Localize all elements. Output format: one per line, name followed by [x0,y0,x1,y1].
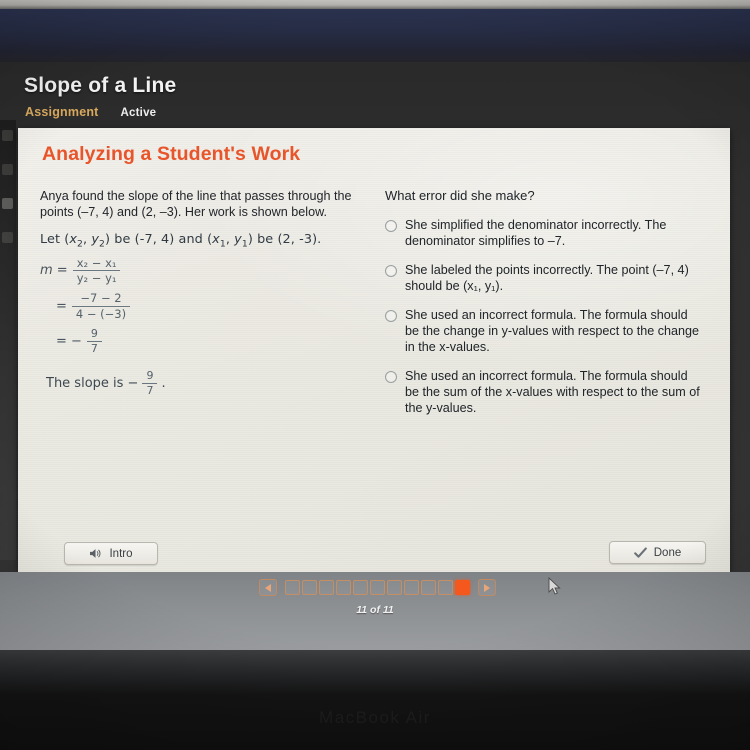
page-indicator-dots[interactable] [285,580,470,595]
laptop-screen-photo: Slope of a Line Assignment Active Analyz… [0,0,750,750]
let-statement: Let (x2, y2) be (-7, 4) and (x1, y1) be … [40,232,373,250]
conclusion-denominator: 7 [146,383,154,397]
question-card: Analyzing a Student's Work Anya found th… [18,128,730,572]
assignment-type-label: Assignment [25,105,99,119]
assignment-status-label: Active [120,107,157,119]
radio-button-icon[interactable] [385,220,397,232]
equation-3-lhs: = − [56,334,82,350]
equation-1-denominator: y₂ − y₁ [76,271,117,286]
equation-2-denominator: 4 − (−3) [75,307,127,322]
equation-2-lhs: = [56,299,67,315]
var-x2: x [69,232,78,247]
chevron-left-icon [265,583,271,592]
previous-page-button[interactable] [259,579,277,596]
question-text: What error did she make? [385,188,535,203]
equation-substituted: = −7 − 2 4 − (−3) [56,292,373,321]
answer-choice-a-label: She simplified the denominator incorrect… [405,218,667,248]
let-prefix: Let ( [40,232,70,247]
problem-prompt: Anya found the slope of the line that pa… [40,189,352,219]
slope-conclusion: The slope is − 9 7 . [46,368,373,398]
done-button-label: Done [653,546,682,559]
question-column: What error did she make? She simplified … [373,188,718,429]
student-work-column: Anya found the slope of the line that pa… [18,188,373,429]
mouse-cursor-icon [548,577,561,595]
page-dot-9[interactable] [421,580,436,595]
conclusion-text-before: The slope is − [46,375,139,391]
speaker-icon [90,549,101,558]
device-brand-label: MacBook Air [319,708,431,727]
equation-3-fraction: 9 7 [86,327,102,356]
screen-bezel-top [0,0,750,9]
var-y1: y [234,232,242,247]
let-suffix: ) be (2, -3). [247,232,322,247]
checkmark-icon [633,546,647,558]
equation-3-numerator: 9 [90,327,98,341]
conclusion-text-after: . [161,375,166,391]
next-page-button[interactable] [478,579,496,596]
answer-choice-c[interactable]: She used an incorrect formula. The formu… [385,307,718,355]
conclusion-fraction: 9 7 [142,368,158,398]
var-y2: y [91,232,100,247]
var-x1: x [212,232,220,247]
page-dot-10[interactable] [438,580,453,595]
student-work-block: Let (x2, y2) be (-7, 4) and (x1, y1) be … [40,232,373,397]
page-dot-2[interactable] [302,580,317,595]
rail-tool-icon-3[interactable] [2,198,13,209]
rail-tool-icon-2[interactable] [2,164,13,175]
equation-slope-formula: m = x₂ − x₁ y₂ − y₁ [40,255,373,286]
laptop-bottom-bezel [0,650,750,750]
answer-choice-b[interactable]: She labeled the points incorrectly. The … [385,262,718,294]
page-dot-11-current[interactable] [455,580,470,595]
card-body-columns: Anya found the slope of the line that pa… [18,188,730,429]
page-navigation[interactable] [259,579,496,596]
page-dot-1[interactable] [285,580,300,595]
answer-choice-c-label: She used an incorrect formula. The formu… [405,308,700,354]
intro-button-label: Intro [109,547,133,560]
rail-tool-icon-4[interactable] [2,232,13,243]
page-dot-6[interactable] [370,580,385,595]
equation-2-numerator: −7 − 2 [80,291,122,306]
page-dot-5[interactable] [353,580,368,595]
equation-1-fraction: x₂ − x₁ y₂ − y₁ [72,255,121,286]
page-dot-7[interactable] [387,580,402,595]
lesson-meta-row: Assignment Active [25,105,156,119]
let-comma-2: , [225,232,235,247]
conclusion-numerator: 9 [146,368,154,382]
answer-choice-d[interactable]: She used an incorrect formula. The formu… [385,368,718,416]
equation-3-denominator: 7 [90,342,98,356]
equation-1-lhs: m = [40,263,68,279]
equation-2-fraction: −7 − 2 4 − (−3) [71,291,131,322]
lesson-title: Slope of a Line [24,74,177,97]
left-toolbar-rail[interactable] [0,120,16,560]
equation-1-numerator: x₂ − x₁ [76,255,117,270]
card-title: Analyzing a Student's Work [42,143,301,165]
page-counter-label: 11 of 11 [356,604,394,616]
header-background-band [0,9,750,69]
done-button[interactable]: Done [609,541,706,564]
answer-choice-d-label: She used an incorrect formula. The formu… [405,369,700,415]
chevron-right-icon [484,583,490,592]
let-middle: ) be (-7, 4) and ( [105,232,213,247]
answer-choice-a[interactable]: She simplified the denominator incorrect… [385,217,718,249]
intro-button[interactable]: Intro [64,542,158,565]
answer-choice-b-label: She labeled the points incorrectly. The … [405,263,689,293]
radio-button-icon[interactable] [385,371,397,383]
equation-result: = − 9 7 [56,327,373,356]
rail-tool-icon-1[interactable] [2,130,13,141]
radio-button-icon[interactable] [385,265,397,277]
radio-button-icon[interactable] [385,310,397,322]
page-dot-8[interactable] [404,580,419,595]
page-dot-3[interactable] [319,580,334,595]
page-dot-4[interactable] [336,580,351,595]
